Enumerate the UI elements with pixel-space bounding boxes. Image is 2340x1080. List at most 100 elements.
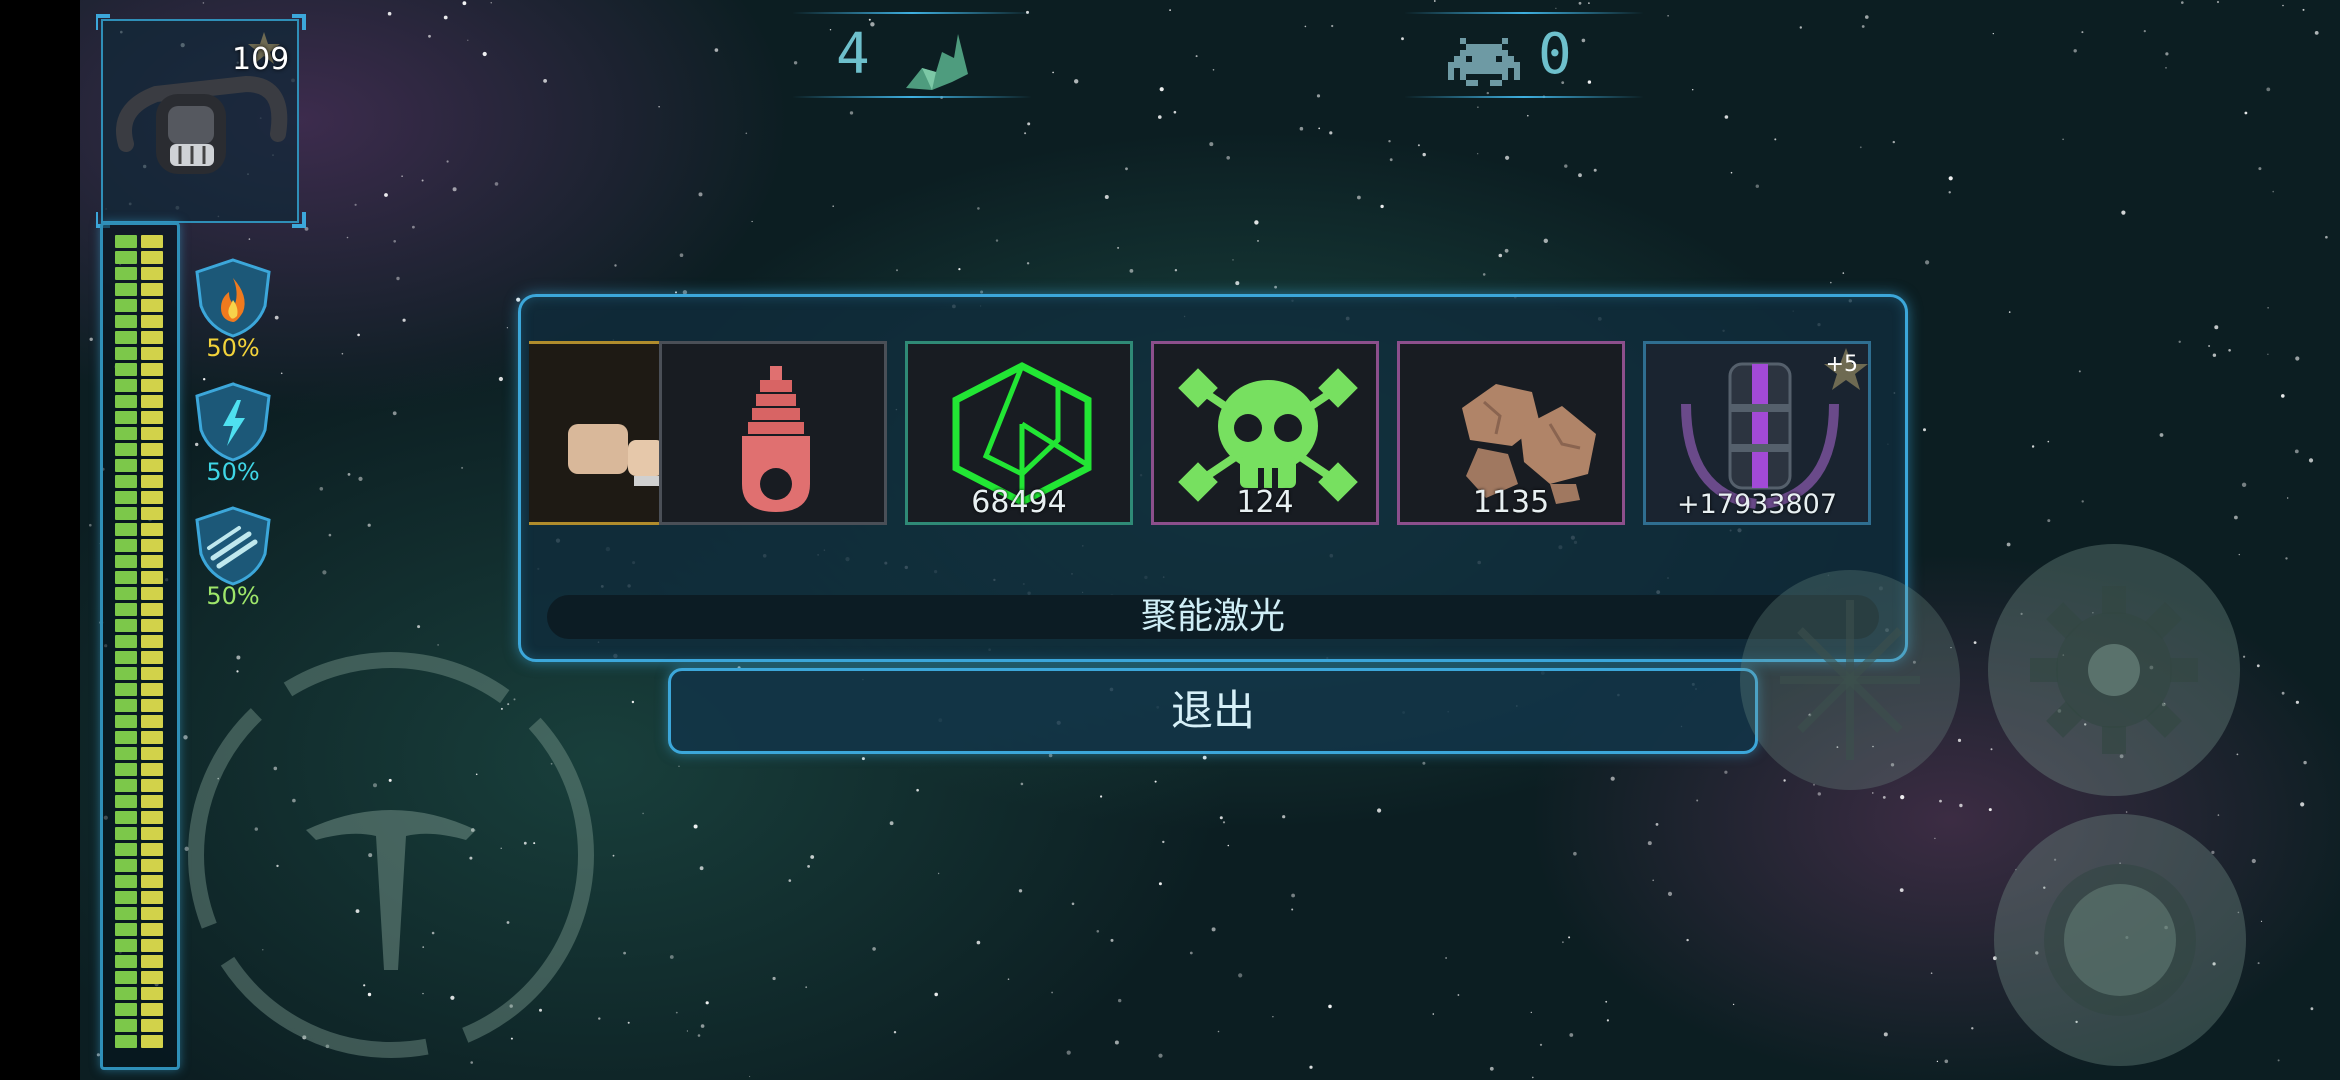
reward-items-row[interactable]: 68494 124 1135 +5 +17933807: [529, 341, 1893, 529]
star: [686, 1030, 689, 1032]
star: [1504, 248, 1509, 253]
health-segment: [115, 443, 137, 456]
star: [2310, 1007, 2314, 1011]
star: [2214, 325, 2219, 330]
star: [1527, 114, 1529, 117]
star: [1227, 844, 1230, 847]
star: [705, 1001, 709, 1005]
star: [1114, 1040, 1119, 1045]
health-segment: [141, 619, 163, 632]
health-segment: [115, 747, 137, 760]
health-segment: [115, 923, 137, 936]
movement-joystick[interactable]: [176, 640, 606, 1070]
star: [2295, 356, 2300, 361]
star: [1939, 799, 1942, 803]
star: [1211, 927, 1216, 932]
health-segment: [141, 315, 163, 328]
star: [1667, 891, 1673, 897]
star: [1202, 755, 1207, 760]
star: [1051, 991, 1053, 994]
health-segment: [115, 955, 137, 968]
red-engine-part-icon: [742, 366, 810, 512]
star: [328, 533, 332, 537]
star: [1158, 882, 1162, 886]
star: [2294, 449, 2299, 454]
star: [2267, 353, 2269, 355]
star: [976, 940, 981, 945]
star: [1532, 1076, 1534, 1079]
health-segment: [115, 427, 137, 440]
weapon-name-label: 聚能激光: [547, 595, 1879, 639]
star: [1883, 1032, 1888, 1037]
health-segment: [141, 363, 163, 376]
fire-gear-button[interactable]: [1984, 540, 2244, 800]
health-segment: [115, 411, 137, 424]
star: [1388, 140, 1391, 143]
star: [697, 1034, 701, 1037]
health-segment: [141, 827, 163, 840]
star: [1020, 782, 1024, 786]
star: [612, 854, 615, 857]
health-segment: [141, 779, 163, 792]
star: [1647, 841, 1652, 846]
star: [1489, 1066, 1494, 1071]
star: [1593, 168, 1597, 172]
health-segment: [141, 747, 163, 760]
health-segment: [141, 523, 163, 536]
crystal-count: 68494: [971, 485, 1067, 520]
star: [1158, 115, 1162, 119]
health-segment: [115, 875, 137, 888]
health-segment: [141, 795, 163, 808]
exit-button[interactable]: 退出: [668, 668, 1758, 754]
star: [1018, 889, 1023, 893]
star: [1226, 156, 1230, 160]
star: [2282, 4, 2284, 7]
wave-counter: 4: [792, 8, 1032, 102]
reward-item-laser-cannon[interactable]: +5 +17933807: [1643, 341, 1871, 525]
health-segment: [141, 379, 163, 392]
reward-item-red-part[interactable]: [659, 341, 887, 525]
health-segment: [115, 715, 137, 728]
star: [1724, 115, 1729, 119]
star: [889, 821, 894, 826]
star: [1235, 281, 1240, 286]
health-segment: [141, 955, 163, 968]
health-segment: [115, 779, 137, 792]
star: [387, 11, 392, 16]
star: [2216, 0, 2220, 4]
star: [1154, 780, 1157, 783]
reward-item-crystal[interactable]: 68494: [905, 341, 1133, 525]
health-segment: [141, 267, 163, 280]
health-segment: [115, 363, 137, 376]
star: [2212, 353, 2217, 357]
star: [1377, 808, 1382, 813]
health-segment: [115, 235, 137, 248]
star: [2277, 1059, 2280, 1062]
health-segment: [141, 411, 163, 424]
star: [1573, 851, 1577, 856]
star: [1254, 220, 1259, 225]
star: [1692, 89, 1694, 91]
reward-item-skull[interactable]: 124: [1151, 341, 1379, 525]
health-segment: [141, 683, 163, 696]
health-segment: [115, 651, 137, 664]
star: [401, 175, 403, 177]
star: [202, 2, 205, 4]
special-weapon-button[interactable]: [1730, 560, 1960, 800]
star: [1232, 259, 1234, 261]
health-segment: [115, 315, 137, 328]
secondary-gear-button[interactable]: [1990, 810, 2250, 1070]
star: [417, 625, 421, 629]
star: [1842, 272, 1845, 274]
star: [280, 372, 283, 375]
reward-item-ore[interactable]: 1135: [1397, 341, 1625, 525]
star: [2047, 440, 2050, 443]
health-segment: [115, 683, 137, 696]
star: [1539, 1043, 1543, 1046]
wave-count: 4: [836, 22, 870, 87]
star: [937, 872, 940, 875]
health-segment: [141, 651, 163, 664]
star: [1024, 132, 1027, 135]
star: [1498, 253, 1503, 258]
star: [1655, 823, 1659, 826]
